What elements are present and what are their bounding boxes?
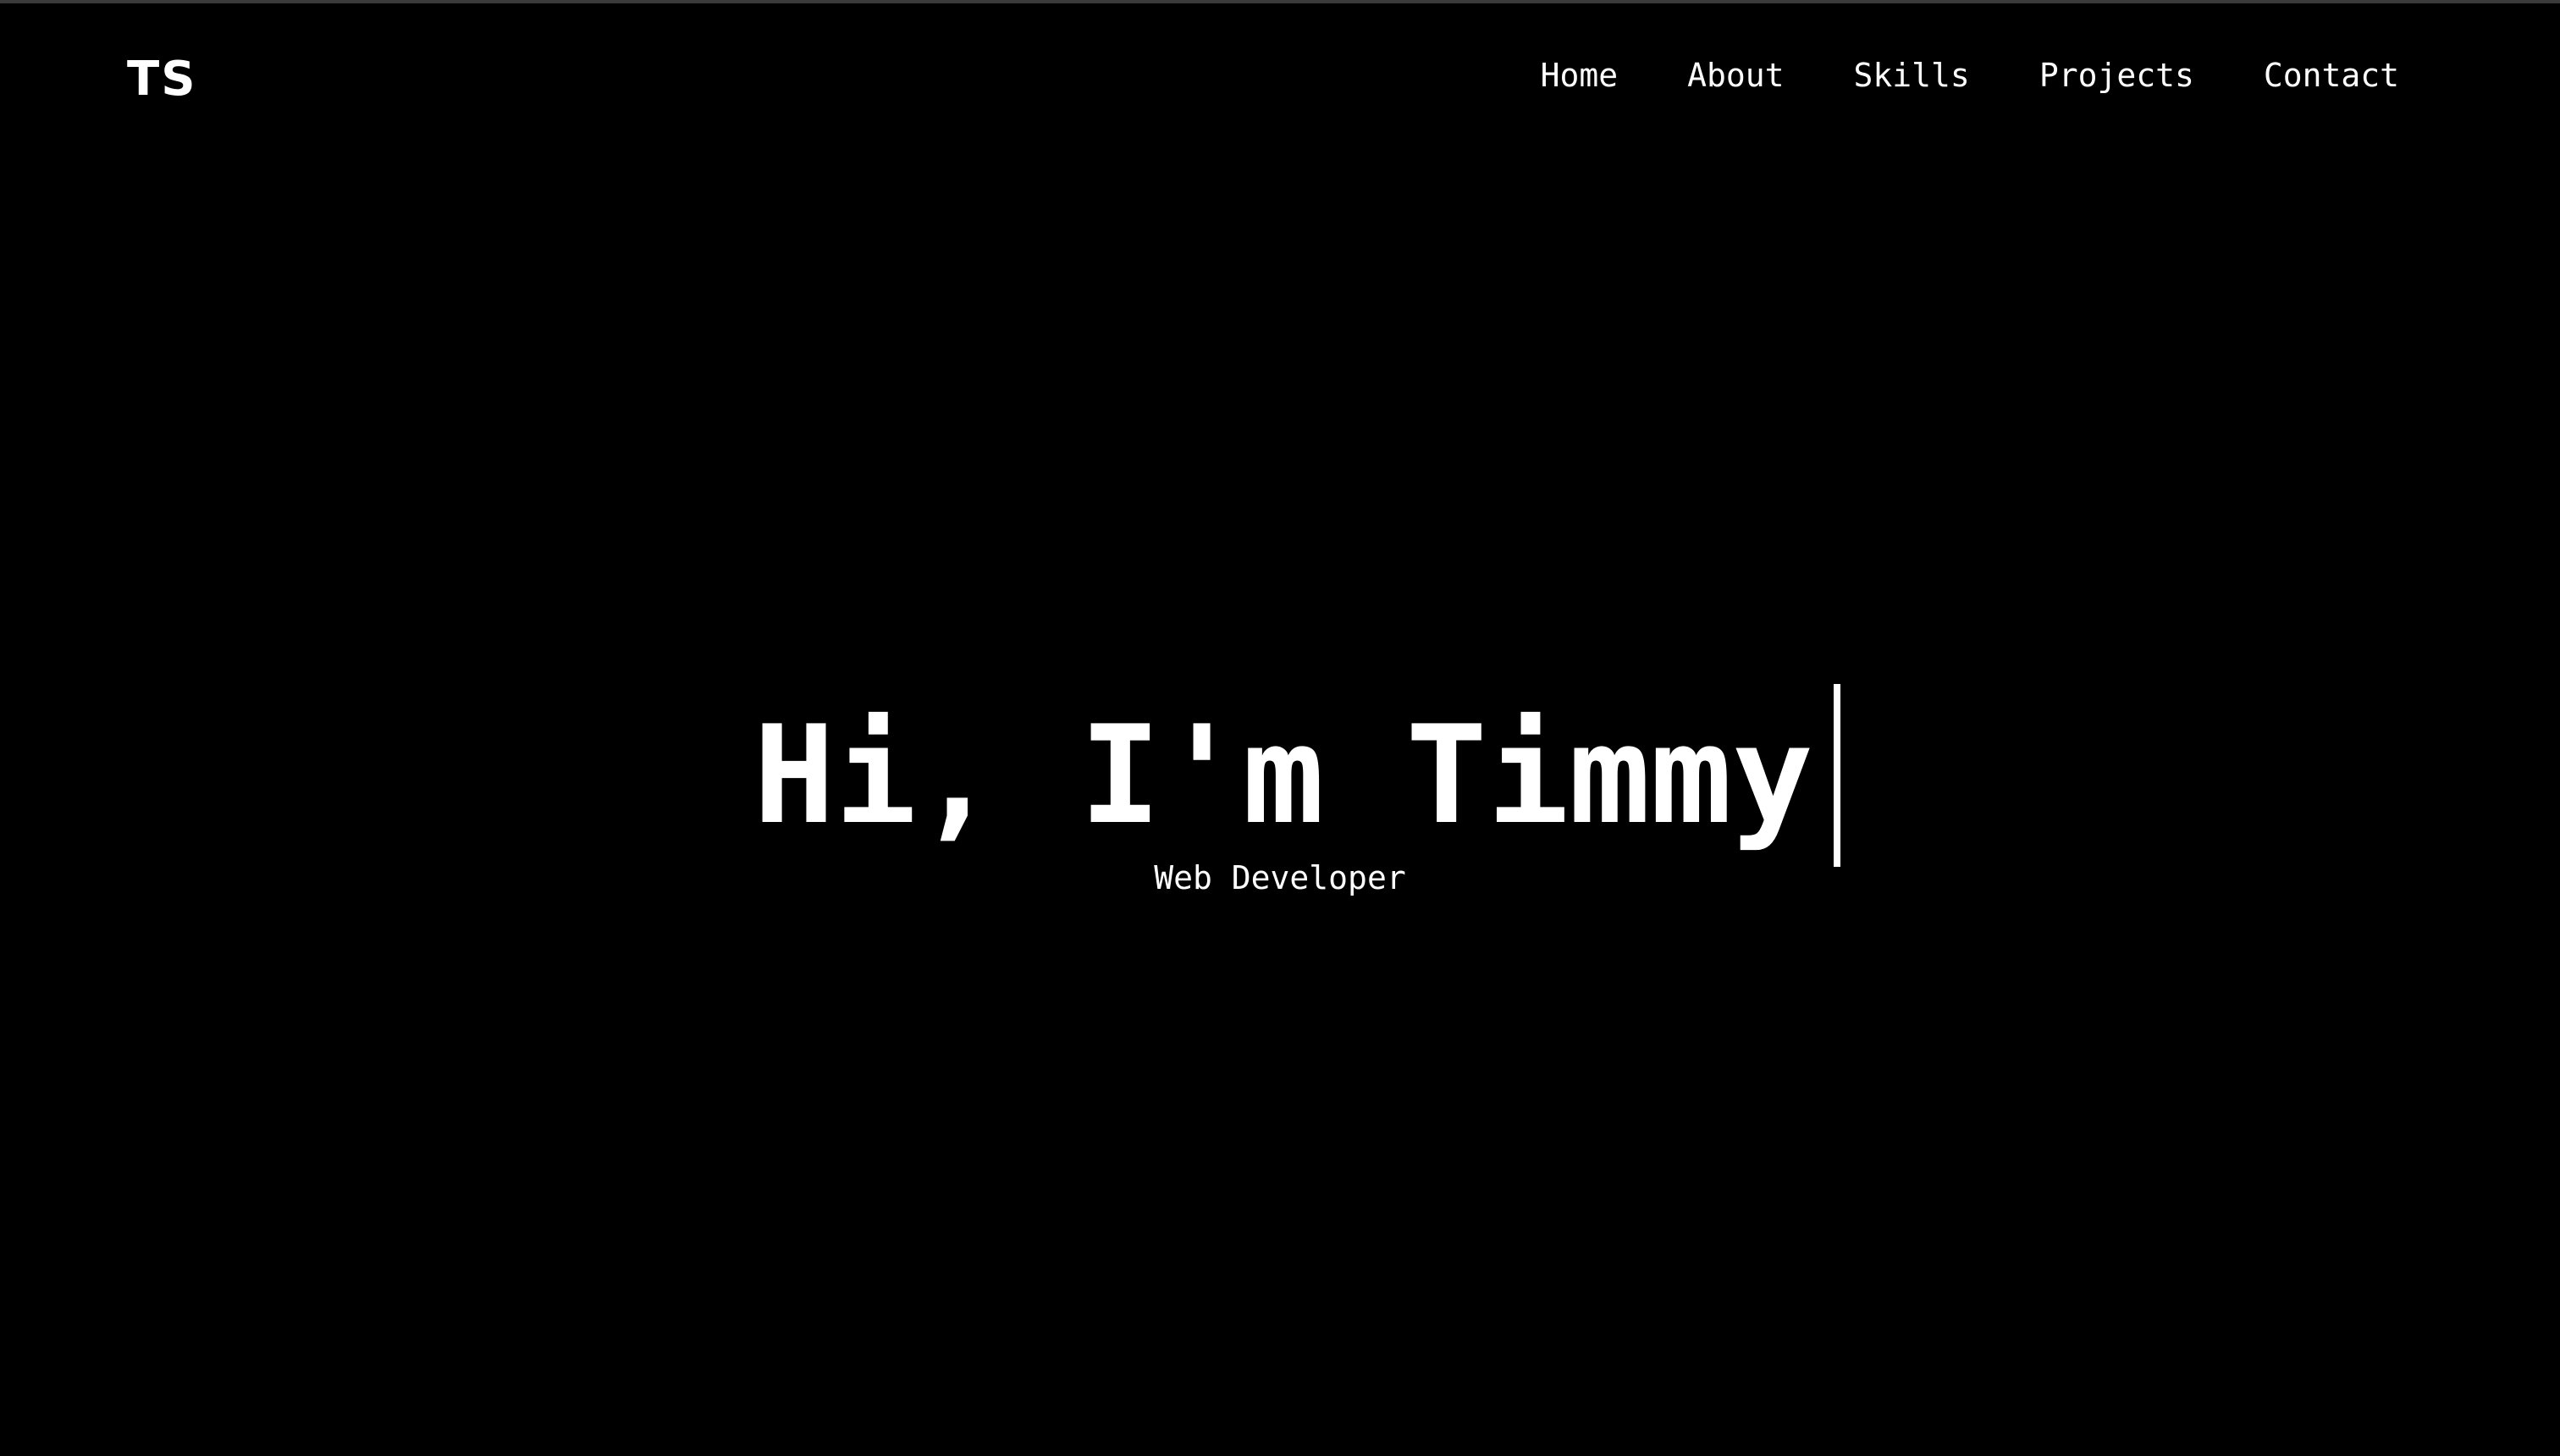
page: TS Home About Skills Projects Contact Hi… [0,0,2560,1456]
nav-menu: Home About Skills Projects Contact [1541,59,2399,91]
nav-item: Contact [2264,59,2399,91]
hero-title-wrap: Hi, I'm Timmy [753,681,1841,870]
nav-item: About [1687,59,1784,91]
typing-cursor [1834,684,1841,867]
nav-item: Home [1541,59,1619,91]
nav-link-contact[interactable]: Contact [2264,57,2399,94]
nav-link-home[interactable]: Home [1541,57,1619,94]
hero-section: Hi, I'm Timmy Web Developer [0,681,2560,894]
hero-subtitle: Web Developer [1154,859,1406,896]
nav-item: Projects [2039,59,2194,91]
nav-link-about[interactable]: About [1687,57,1784,94]
logo-link[interactable]: TS [127,56,197,103]
hero-title: Hi, I'm Timmy [753,696,1814,854]
navbar: TS Home About Skills Projects Contact [0,3,2560,156]
nav-link-projects[interactable]: Projects [2039,57,2194,94]
nav-item: Skills [1854,59,1970,91]
nav-link-skills[interactable]: Skills [1854,57,1970,94]
